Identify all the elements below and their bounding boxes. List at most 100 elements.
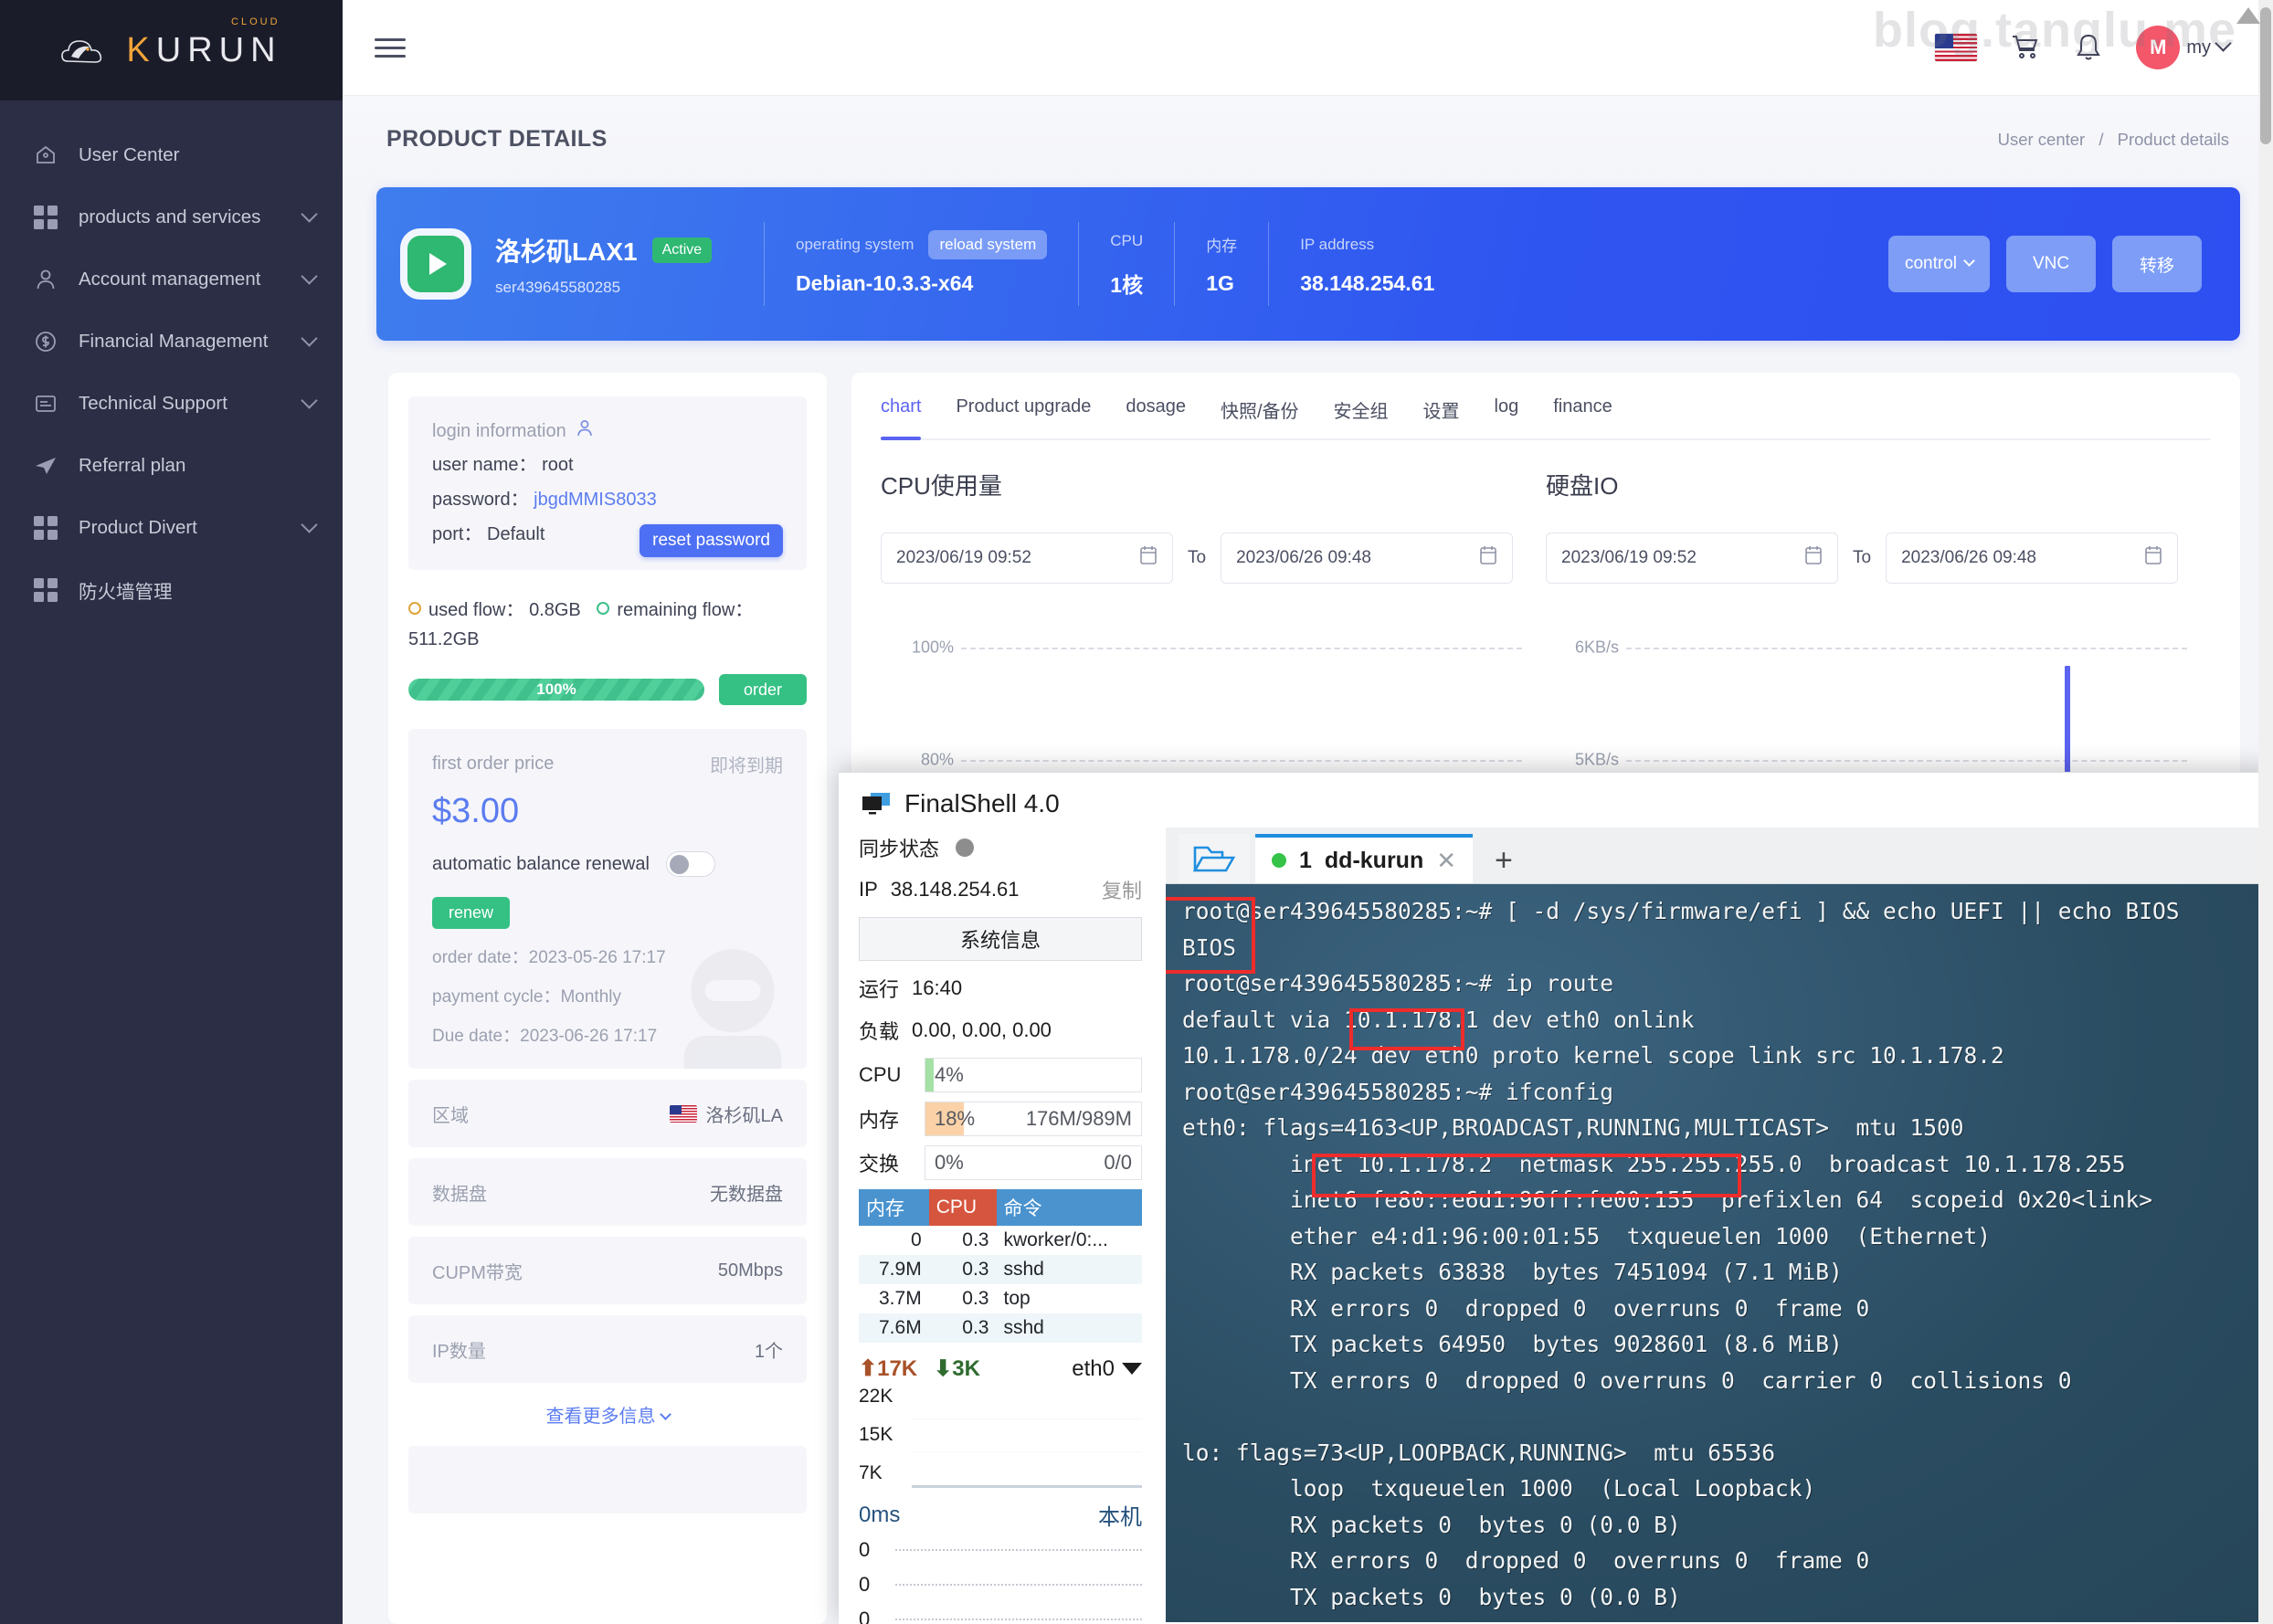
chevron-down-icon bbox=[1965, 254, 1973, 274]
tab-finance[interactable]: finance bbox=[1553, 396, 1612, 438]
scroll-up-arrow-icon[interactable] bbox=[2236, 7, 2260, 24]
disk-ytick-label: 5KB/s bbox=[1546, 751, 1619, 770]
network-interface-selector[interactable]: eth0 bbox=[1072, 1356, 1142, 1382]
breadcrumb-parent[interactable]: User center bbox=[1998, 130, 2086, 149]
sidebar-item-account-management[interactable]: Account management bbox=[0, 248, 343, 311]
sync-status-indicator bbox=[956, 838, 974, 857]
process-cmd: sshd bbox=[997, 1255, 1143, 1284]
banner-field-ip: IP address 38.148.254.61 bbox=[1273, 233, 1462, 296]
spec-row-ip-count: IP数量 1个 bbox=[408, 1315, 807, 1383]
control-button[interactable]: control bbox=[1888, 236, 1990, 292]
calendar-icon bbox=[1139, 545, 1158, 571]
due-date-row: Due date：2023-06-26 17:17 bbox=[432, 1022, 783, 1047]
disk-date-to-input[interactable]: 2023/06/26 09:48 bbox=[1886, 533, 2178, 584]
page-scrollbar[interactable] bbox=[2258, 0, 2273, 1624]
process-table-header-mem[interactable]: 内存 bbox=[859, 1189, 929, 1226]
tab-settings[interactable]: 设置 bbox=[1423, 396, 1460, 438]
cpu-date-from-input[interactable]: 2023/06/19 09:52 bbox=[881, 533, 1173, 584]
sidebar-item-technical-support[interactable]: Technical Support bbox=[0, 373, 343, 435]
flow-progress-bar: 100% bbox=[408, 679, 704, 701]
brand-logo[interactable]: KURUN CLOUD bbox=[0, 0, 343, 100]
table-row[interactable]: 0 0.3 kworker/0:... bbox=[859, 1226, 1142, 1255]
load-value: 0.00, 0.00, 0.00 bbox=[912, 1018, 1052, 1042]
power-on-button[interactable] bbox=[407, 236, 464, 292]
server-info-card: login information user name： root passwo… bbox=[388, 373, 827, 1624]
table-row[interactable]: 7.6M 0.3 sshd bbox=[859, 1313, 1142, 1343]
process-cpu: 0.3 bbox=[929, 1255, 997, 1284]
tab-dosage[interactable]: dosage bbox=[1126, 396, 1186, 438]
sidebar-item-products-and-services[interactable]: products and services bbox=[0, 186, 343, 248]
tab-security-group[interactable]: 安全组 bbox=[1334, 396, 1389, 438]
transfer-button[interactable]: 转移 bbox=[2112, 236, 2202, 292]
login-username-label: user name： bbox=[432, 455, 537, 475]
tab-snapshot-backup[interactable]: 快照/备份 bbox=[1221, 396, 1299, 438]
divider bbox=[1174, 222, 1175, 306]
banner-field-label: operating system bbox=[796, 236, 914, 254]
hamburger-icon[interactable] bbox=[375, 33, 406, 63]
cpu-meter: CPU 4% bbox=[859, 1058, 1142, 1092]
tab-log[interactable]: log bbox=[1495, 396, 1519, 438]
load-row: 负载 0.00, 0.00, 0.00 bbox=[859, 1016, 1142, 1045]
finalshell-window: FinalShell 4.0 同步状态 IP 38.148.254.61 复制 … bbox=[839, 772, 2273, 1624]
reset-password-button[interactable]: reset password bbox=[640, 524, 783, 557]
sidebar-item-product-divert[interactable]: Product Divert bbox=[0, 497, 343, 559]
process-table-header-cmd[interactable]: 命令 bbox=[997, 1189, 1143, 1226]
due-date-label: Due date： bbox=[432, 1027, 520, 1046]
page-header: PRODUCT DETAILS User center / Product de… bbox=[343, 96, 2273, 183]
table-row[interactable]: 7.9M 0.3 sshd bbox=[859, 1255, 1142, 1284]
login-port-value: Default bbox=[487, 524, 544, 544]
cpu-date-to-value: 2023/06/26 09:48 bbox=[1236, 548, 1371, 568]
new-tab-button[interactable]: + bbox=[1478, 838, 1529, 883]
scrollbar-thumb[interactable] bbox=[2260, 7, 2271, 144]
sidebar-item-firewall-management[interactable]: 防火墙管理 bbox=[0, 559, 343, 621]
process-cpu: 0.3 bbox=[929, 1226, 997, 1255]
topbar: M my blog.tanglu.me bbox=[343, 0, 2273, 96]
server-ip-value: 38.148.254.61 bbox=[891, 878, 1020, 902]
ping-tick: 0 bbox=[859, 1573, 895, 1597]
remaining-flow-dot-icon bbox=[597, 602, 609, 615]
chevron-down-icon bbox=[303, 519, 315, 538]
copy-ip-button[interactable]: 复制 bbox=[1102, 875, 1142, 904]
us-flag-icon[interactable] bbox=[1935, 34, 1977, 61]
banner-field-value: 38.148.254.61 bbox=[1300, 271, 1434, 296]
chevron-down-icon bbox=[303, 395, 315, 414]
tab-product-upgrade[interactable]: Product upgrade bbox=[956, 396, 1091, 438]
sidebar-item-financial-management[interactable]: Financial Management bbox=[0, 311, 343, 373]
bell-icon[interactable] bbox=[2074, 32, 2103, 63]
document-icon bbox=[33, 391, 58, 417]
auto-renew-toggle[interactable] bbox=[666, 851, 715, 877]
vnc-button[interactable]: VNC bbox=[2006, 236, 2096, 292]
system-info-button[interactable]: 系统信息 bbox=[859, 917, 1142, 961]
open-folder-icon[interactable] bbox=[1179, 834, 1250, 883]
user-menu[interactable]: M my bbox=[2136, 26, 2229, 69]
swap-meter-value: 0% bbox=[925, 1151, 964, 1175]
process-table-header-cpu[interactable]: CPU bbox=[929, 1189, 997, 1226]
grid-icon bbox=[33, 205, 58, 230]
tab-chart[interactable]: chart bbox=[881, 396, 921, 438]
sidebar-item-referral-plan[interactable]: Referral plan bbox=[0, 435, 343, 497]
order-button[interactable]: order bbox=[719, 674, 807, 705]
close-icon[interactable]: ✕ bbox=[1436, 847, 1456, 875]
ping-latency: 0ms bbox=[859, 1503, 900, 1528]
net-ytick: 15K bbox=[859, 1424, 912, 1446]
renew-button[interactable]: renew bbox=[432, 897, 510, 929]
login-password-value[interactable]: jbgdMMIS8033 bbox=[534, 490, 657, 510]
paper-plane-icon bbox=[33, 453, 58, 479]
sidebar-item-label: 防火墙管理 bbox=[79, 576, 315, 604]
sidebar-item-user-center[interactable]: User Center bbox=[0, 124, 343, 186]
sidebar-item-label: Product Divert bbox=[79, 517, 303, 539]
process-cmd: kworker/0:... bbox=[997, 1226, 1143, 1255]
terminal-output[interactable]: root@ser439645580285:~# [ -d /sys/firmwa… bbox=[1166, 884, 2273, 1622]
banner-field-cpu: CPU 1核 bbox=[1083, 229, 1170, 299]
server-ip-label: IP bbox=[859, 878, 878, 902]
cpu-date-to-input[interactable]: 2023/06/26 09:48 bbox=[1221, 533, 1513, 584]
table-row[interactable]: 3.7M 0.3 top bbox=[859, 1284, 1142, 1313]
cart-icon[interactable] bbox=[2010, 32, 2041, 63]
net-plot-area bbox=[912, 1386, 1142, 1488]
spec-row-extra bbox=[408, 1446, 807, 1513]
reload-system-button[interactable]: reload system bbox=[928, 230, 1047, 259]
disk-date-from-input[interactable]: 2023/06/19 09:52 bbox=[1546, 533, 1838, 584]
terminal-tab-dd-kurun[interactable]: 1 dd-kurun ✕ bbox=[1255, 834, 1473, 883]
view-more-info-link[interactable]: 查看更多信息 bbox=[408, 1401, 807, 1428]
process-table: 内存 CPU 命令 0 0.3 kworker/0:... 7.9M 0.3 s… bbox=[859, 1189, 1142, 1343]
